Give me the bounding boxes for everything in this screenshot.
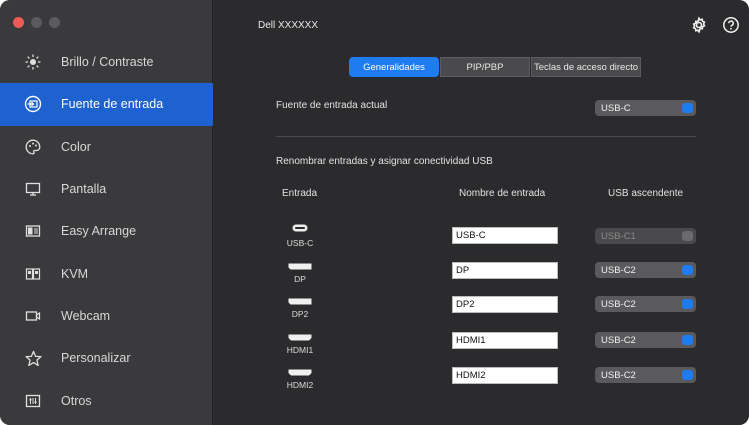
usb-upstream-select[interactable]: USB-C2 [595,262,696,278]
current-input-value: USB-C [601,102,631,114]
usb-upstream-select[interactable]: USB-C2 [595,332,696,348]
port-label: HDMI1 [286,345,314,355]
sidebar-item-label: Color [61,139,91,154]
palette-icon [23,137,43,157]
usb-upstream-value: USB-C2 [601,334,636,346]
usb-upstream-value: USB-C1 [601,230,636,242]
usb-upstream-select[interactable]: USB-C1 [595,228,696,244]
sidebar-item-pantalla[interactable]: Pantalla [0,168,213,210]
usb-upstream-select[interactable]: USB-C2 [595,367,696,383]
sidebar-item-label: KVM [61,266,89,281]
column-header-input: Entrada [282,188,318,199]
displayport-icon [286,298,314,305]
usb-upstream-value: USB-C2 [601,369,636,381]
column-header-name: Nombre de entrada [459,188,546,199]
easy-arrange-icon [23,221,43,241]
displayport-icon [286,263,314,270]
sidebar-item-kvm[interactable]: KVM [0,252,213,294]
tab-bar: Generalidades PIP/PBP Teclas de acceso d… [349,57,642,77]
input-name-field[interactable]: HDMI2 [452,367,558,384]
sidebar-item-fuente-de-entrada[interactable]: Fuente de entrada [0,83,213,126]
sidebar: Brillo / Contraste Fuente de entrada Col… [0,0,213,425]
chevron-updown-icon [682,231,693,241]
sidebar-item-webcam[interactable]: Webcam [0,295,213,337]
webcam-icon [23,306,43,326]
input-name-field[interactable]: DP2 [452,296,558,313]
star-icon [23,348,43,368]
sidebar-item-label: Brillo / Contraste [61,55,154,70]
sidebar-item-personalizar[interactable]: Personalizar [0,337,213,379]
current-input-label: Fuente de entrada actual [276,100,388,111]
main-panel: Dell XXXXXX Generalidades PIP/PBP Teclas… [213,0,749,425]
window-controls [13,17,60,28]
sidebar-item-label: Webcam [61,308,111,323]
usb-upstream-select[interactable]: USB-C2 [595,296,696,312]
port-label: USB-C [286,238,314,248]
chevron-updown-icon [682,370,693,380]
input-name-field[interactable]: USB-C [452,227,558,244]
sidebar-item-label: Easy Arrange [61,224,137,239]
minimize-window-button[interactable] [31,17,42,28]
chevron-updown-icon [682,103,693,113]
input-name-field[interactable]: DP [452,262,558,279]
zoom-window-button[interactable] [49,17,60,28]
port-label: DP2 [291,309,309,319]
monitor-icon [23,179,43,199]
close-window-button[interactable] [13,17,24,28]
tab-generalidades[interactable]: Generalidades [349,57,439,77]
sun-icon [23,52,43,72]
usb-upstream-value: USB-C2 [601,264,636,276]
usb-upstream-value: USB-C2 [601,298,636,310]
sidebar-item-easy-arrange[interactable]: Easy Arrange [0,210,213,252]
current-input-select[interactable]: USB-C [595,100,696,116]
column-header-usb: USB ascendente [608,188,684,199]
port-label: DP [294,274,306,284]
sidebar-item-label: Pantalla [61,182,107,197]
sidebar-item-label: Otros [61,393,92,408]
sidebar-nav: Brillo / Contraste Fuente de entrada Col… [0,41,213,422]
input-source-icon [23,94,43,114]
sidebar-item-brillo-contraste[interactable]: Brillo / Contraste [0,41,213,83]
tab-teclas-acceso-directo[interactable]: Teclas de acceso directo [531,57,641,77]
section-heading: Renombrar entradas y asignar conectivida… [276,156,493,167]
hdmi-port-icon [286,369,314,376]
chevron-updown-icon [682,335,693,345]
kvm-icon [23,264,43,284]
app-window: Brillo / Contraste Fuente de entrada Col… [0,0,749,425]
gear-icon[interactable] [690,16,708,34]
chevron-updown-icon [682,265,693,275]
hdmi-port-icon [286,334,314,341]
port-label: HDMI2 [286,380,314,390]
sidebar-item-otros[interactable]: Otros [0,379,213,421]
window-title: Dell XXXXXX [258,20,319,31]
sidebar-item-label: Personalizar [61,351,131,366]
usb-c-port-icon [286,224,314,232]
input-name-field[interactable]: HDMI1 [452,332,558,349]
help-icon[interactable] [722,16,740,34]
divider [276,136,696,137]
others-icon [23,391,43,411]
tab-pip-pbp[interactable]: PIP/PBP [440,57,530,77]
sidebar-item-color[interactable]: Color [0,126,213,168]
chevron-updown-icon [682,299,693,309]
sidebar-item-label: Fuente de entrada [61,97,164,112]
